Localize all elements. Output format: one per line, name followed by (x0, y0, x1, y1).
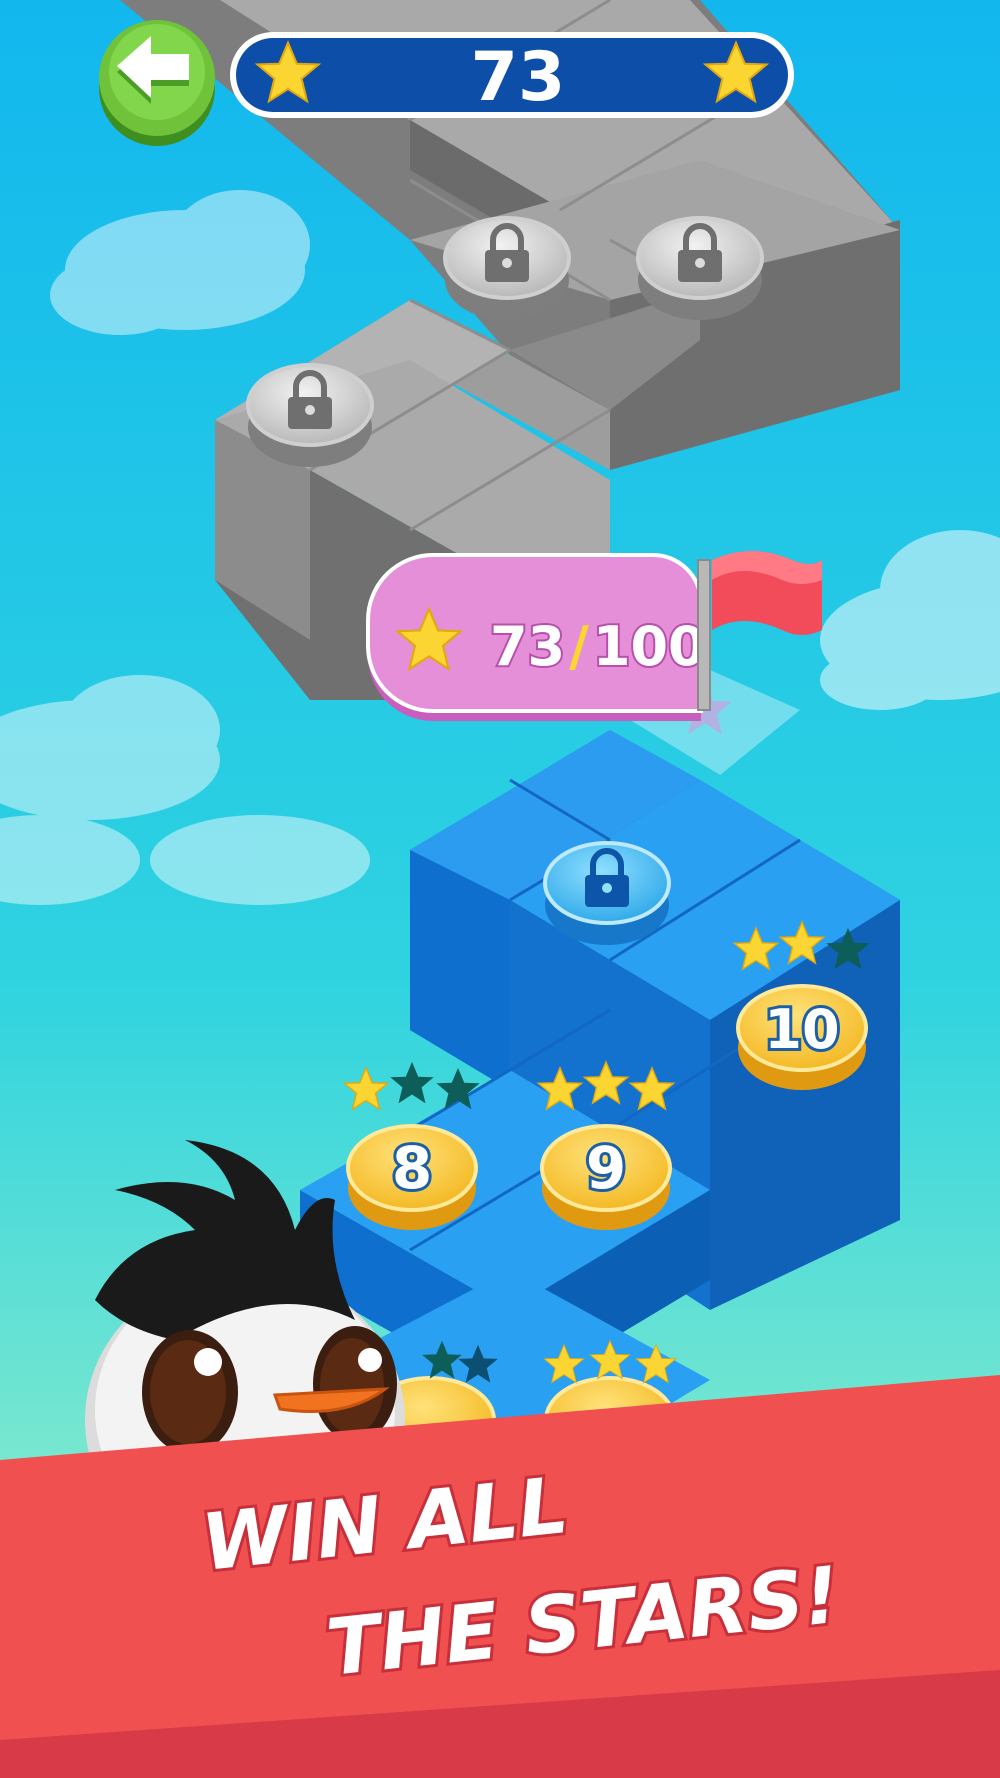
star-counter-bar: 73 (230, 32, 794, 118)
level-node-9[interactable]: 9 (537, 1061, 675, 1230)
stars-current: 73 (490, 615, 565, 678)
locked-level-node[interactable] (543, 841, 671, 945)
back-button[interactable] (99, 20, 215, 146)
locked-level-node[interactable] (246, 363, 374, 467)
level-number: 10 (764, 998, 839, 1061)
level-number: 8 (392, 1134, 432, 1202)
locked-level-node[interactable] (636, 216, 764, 320)
milestone-progress: 73/100 (490, 615, 706, 678)
level-node-10[interactable]: 10 (733, 921, 870, 1090)
level-number: 9 (586, 1134, 626, 1202)
stars-required: 100 (593, 615, 706, 678)
star-count: 73 (471, 38, 566, 117)
level-map-scene: 8 9 10 73/100 WIN ALL THE STARS! 73 (0, 0, 1000, 1778)
locked-level-node[interactable] (443, 216, 571, 320)
level-node-8[interactable]: 8 (343, 1061, 480, 1230)
